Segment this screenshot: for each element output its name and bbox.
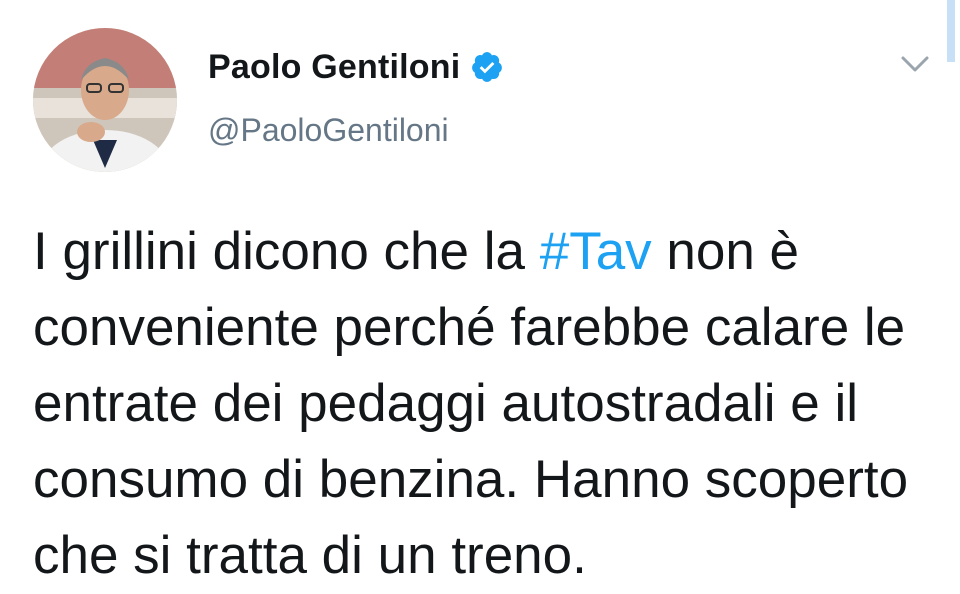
display-name[interactable]: Paolo Gentiloni — [208, 48, 460, 87]
tweet-text-part: I grillini dicono che la — [33, 222, 540, 281]
verified-badge-icon — [470, 50, 504, 84]
tweet-card: Paolo Gentiloni @PaoloGentiloni I grilli… — [0, 0, 960, 588]
avatar-photo — [33, 28, 177, 172]
author-row: Paolo Gentiloni — [208, 44, 504, 90]
hashtag-link[interactable]: #Tav — [540, 222, 652, 281]
avatar[interactable] — [33, 28, 177, 172]
chevron-down-icon[interactable] — [897, 50, 933, 78]
author-handle[interactable]: @PaoloGentiloni — [208, 112, 449, 149]
scrollbar[interactable] — [947, 0, 955, 62]
tweet-text: I grillini dicono che la #Tav non è conv… — [33, 214, 943, 594]
